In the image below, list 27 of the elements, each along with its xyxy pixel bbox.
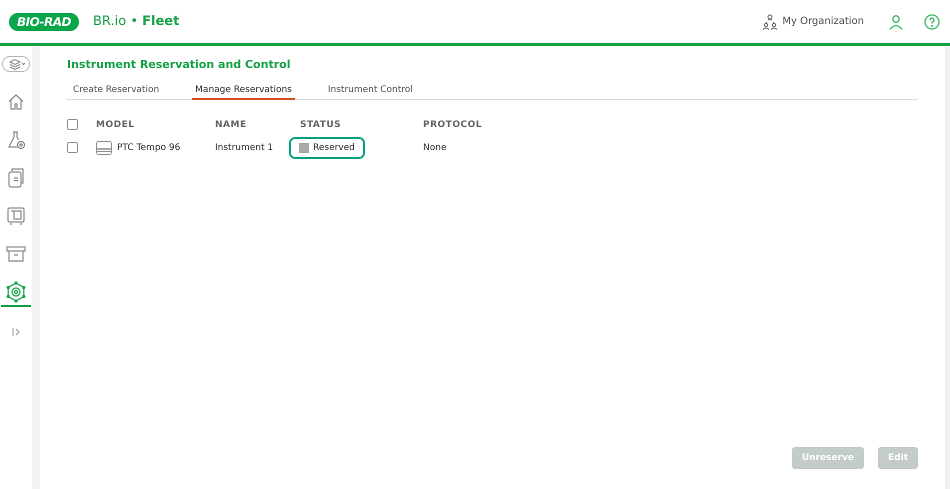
column-header: MODEL (96, 120, 134, 130)
gear-icon (5, 281, 27, 303)
column-header: STATUS (300, 120, 342, 130)
column-header: PROTOCOL (423, 120, 482, 130)
flask-icon (6, 130, 26, 150)
tab[interactable]: Manage Reservations (192, 83, 295, 100)
status-label: Reserved (313, 142, 355, 152)
monitor-icon (6, 206, 26, 226)
user-icon[interactable] (888, 14, 904, 30)
organization-button[interactable]: My Organization (762, 14, 864, 30)
table-cell: PTC Tempo 96 (117, 142, 180, 152)
select-all-checkbox[interactable] (67, 119, 78, 130)
people-icon (762, 14, 778, 30)
tab[interactable]: Create Reservation (70, 83, 162, 100)
help-icon[interactable] (924, 14, 940, 30)
document-icon (7, 168, 25, 188)
row-checkbox[interactable] (67, 142, 78, 153)
table-cell: None (423, 142, 446, 152)
page-title: Instrument Reservation and Control (67, 58, 292, 71)
instrument-icon (96, 140, 112, 154)
app-title: BR.io • Fleet (93, 14, 180, 29)
column-header: NAME (215, 120, 247, 130)
home-icon (7, 93, 25, 111)
archive-icon (6, 245, 26, 263)
tab[interactable]: Instrument Control (324, 83, 416, 100)
table-cell: Instrument 1 (215, 142, 274, 152)
expand-icon (11, 327, 21, 337)
